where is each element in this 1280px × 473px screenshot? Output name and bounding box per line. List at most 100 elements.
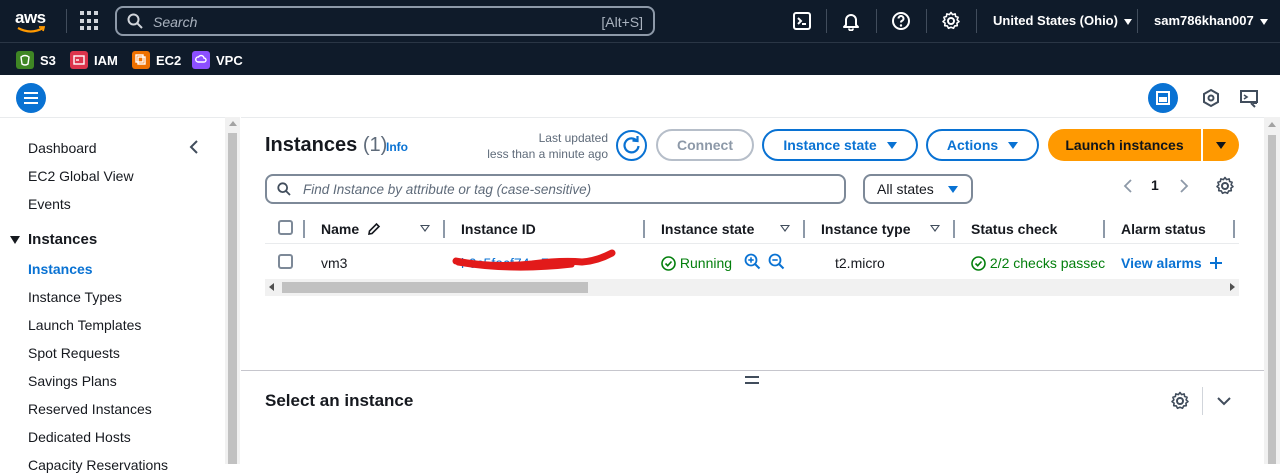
state-filter-value: All states xyxy=(877,181,934,197)
status-text: 2/2 checks passec xyxy=(989,255,1105,271)
sort-icon[interactable] xyxy=(780,225,790,232)
favorites-bar: S3 IAM EC2 VPC xyxy=(0,42,1280,75)
actions-button[interactable]: Actions xyxy=(926,129,1039,161)
launch-instances-button[interactable]: Launch instances xyxy=(1048,129,1201,161)
zoom-out-icon[interactable] xyxy=(768,253,785,270)
sidebar-item-global-view[interactable]: EC2 Global View xyxy=(28,168,134,184)
cell-instance-type: t2.micro xyxy=(835,255,885,271)
bell-icon[interactable] xyxy=(841,11,861,31)
favorite-s3[interactable]: S3 xyxy=(16,50,56,70)
services-grid-icon[interactable] xyxy=(80,11,100,31)
help-icon[interactable] xyxy=(891,11,911,31)
state-text: Running xyxy=(679,255,733,271)
favorite-vpc[interactable]: VPC xyxy=(192,50,243,70)
region-selector[interactable]: United States (Ohio) xyxy=(993,13,1132,28)
sort-icon[interactable] xyxy=(420,225,430,232)
filter-input[interactable]: Find Instance by attribute or tag (case-… xyxy=(265,174,846,204)
select-all-checkbox[interactable] xyxy=(278,220,293,235)
check-circle-icon xyxy=(971,256,986,271)
sidebar-item-instances[interactable]: Instances xyxy=(28,261,93,277)
page-title: Instances (1) xyxy=(265,134,387,157)
search-shortcut: [Alt+S] xyxy=(601,14,643,30)
split-panel-title: Select an instance xyxy=(265,391,414,410)
gear-icon[interactable] xyxy=(1170,391,1190,411)
hexagon-icon[interactable] xyxy=(1196,83,1226,113)
chevron-left-icon[interactable] xyxy=(1122,178,1134,194)
sidebar-section-instances[interactable]: Instances xyxy=(10,231,97,248)
sidebar-item-savings-plans[interactable]: Savings Plans xyxy=(28,373,117,389)
launch-dropdown-button[interactable] xyxy=(1203,129,1239,161)
favorite-label: S3 xyxy=(40,52,56,68)
table-header: Name Instance ID Instance state Instance… xyxy=(265,214,1239,244)
scrollbar-thumb[interactable] xyxy=(282,282,588,293)
sidebar-item-events[interactable]: Events xyxy=(28,196,71,212)
last-updated-label: Last updated xyxy=(538,131,608,145)
chevron-right-icon[interactable] xyxy=(1178,178,1190,194)
column-header-instance-state[interactable]: Instance state xyxy=(661,221,754,237)
account-menu[interactable]: sam786khan007 xyxy=(1154,13,1268,28)
column-header-alarm-status[interactable]: Alarm status xyxy=(1121,221,1206,237)
column-header-status-check[interactable]: Status check xyxy=(971,221,1057,237)
caret-down-icon xyxy=(947,185,958,193)
sidebar-section-label: Instances xyxy=(28,231,98,248)
sidebar-item-launch-templates[interactable]: Launch Templates xyxy=(28,317,141,333)
scroll-right-arrow-icon[interactable] xyxy=(1230,283,1235,291)
gear-icon[interactable] xyxy=(1215,176,1235,196)
table-row[interactable]: vm3 i-0c5facf74...72 Running t2.micro 2/… xyxy=(265,245,1239,279)
row-checkbox[interactable] xyxy=(278,254,293,269)
resize-handle-icon[interactable] xyxy=(745,376,759,384)
refresh-button[interactable] xyxy=(616,130,647,161)
sidebar-item-spot-requests[interactable]: Spot Requests xyxy=(28,345,120,361)
sidebar-item-dedicated-hosts[interactable]: Dedicated Hosts xyxy=(28,429,131,445)
screen-feedback-icon[interactable] xyxy=(1234,83,1264,113)
scrollbar-thumb[interactable] xyxy=(1268,135,1276,464)
aws-logo[interactable]: aws xyxy=(15,8,51,34)
view-alarms-link[interactable]: View alarms xyxy=(1121,255,1222,271)
account-name: sam786khan007 xyxy=(1154,13,1254,28)
column-header-name[interactable]: Name xyxy=(321,221,381,237)
column-header-instance-id[interactable]: Instance ID xyxy=(461,221,536,237)
page-number[interactable]: 1 xyxy=(1151,177,1159,193)
scroll-up-arrow-icon[interactable] xyxy=(229,121,237,126)
table-horizontal-scrollbar[interactable] xyxy=(265,279,1239,296)
last-updated-value: less than a minute ago xyxy=(487,147,608,161)
main-scrollbar[interactable] xyxy=(1264,117,1280,464)
favorite-iam[interactable]: IAM xyxy=(70,50,118,70)
sort-icon[interactable] xyxy=(930,225,940,232)
info-link[interactable]: Info xyxy=(386,140,408,154)
divider xyxy=(826,9,827,33)
scroll-left-arrow-icon[interactable] xyxy=(269,283,274,291)
column-divider xyxy=(953,220,955,238)
chevron-down-icon[interactable] xyxy=(1216,394,1232,408)
favorite-label: EC2 xyxy=(156,52,182,68)
refresh-icon xyxy=(623,136,640,154)
panel-toggle-icon[interactable] xyxy=(1148,83,1178,113)
caret-down-icon xyxy=(1216,141,1226,149)
instance-count: (1) xyxy=(362,134,388,156)
plus-icon xyxy=(1209,257,1222,269)
instance-state-label: Instance state xyxy=(783,137,877,153)
menu-icon[interactable] xyxy=(16,83,46,113)
sidebar-item-capacity-reservations[interactable]: Capacity Reservations xyxy=(28,457,168,473)
state-filter-select[interactable]: All states xyxy=(863,174,973,204)
sidebar-scrollbar[interactable] xyxy=(225,117,240,464)
column-header-instance-type[interactable]: Instance type xyxy=(821,221,910,237)
sidebar-item-reserved-instances[interactable]: Reserved Instances xyxy=(28,401,152,417)
cloudshell-icon[interactable] xyxy=(792,11,812,31)
vpc-icon xyxy=(192,51,210,69)
chevron-left-icon[interactable] xyxy=(188,139,200,155)
sidebar-item-dashboard[interactable]: Dashboard xyxy=(28,140,97,156)
sidebar-item-instance-types[interactable]: Instance Types xyxy=(28,289,122,305)
scrollbar-thumb[interactable] xyxy=(228,133,237,464)
connect-button[interactable]: Connect xyxy=(656,129,754,161)
favorite-ec2[interactable]: EC2 xyxy=(132,50,181,70)
instance-state-button[interactable]: Instance state xyxy=(762,129,918,161)
zoom-in-icon[interactable] xyxy=(744,253,761,270)
search-input[interactable]: Search [Alt+S] xyxy=(115,6,655,36)
column-divider xyxy=(303,220,305,238)
gear-icon[interactable] xyxy=(941,11,961,31)
pencil-icon xyxy=(368,222,381,235)
column-label: Name xyxy=(321,221,360,237)
connect-label: Connect xyxy=(677,137,733,153)
scroll-up-arrow-icon[interactable] xyxy=(1268,122,1276,127)
